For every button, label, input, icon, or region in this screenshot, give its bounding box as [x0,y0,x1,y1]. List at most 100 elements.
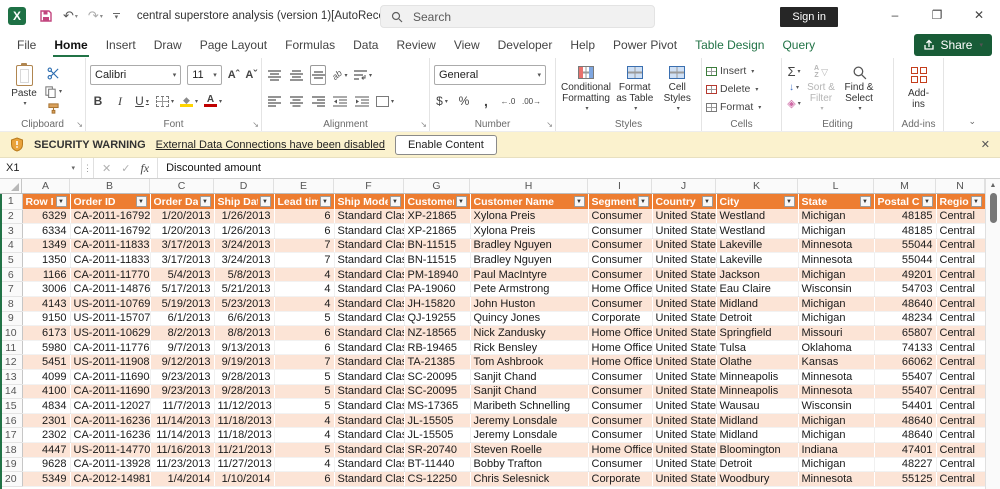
cell[interactable]: Indiana [798,443,874,458]
cell[interactable]: Woodbury [716,472,798,487]
cell[interactable]: Springfield [716,326,798,341]
cell[interactable]: Consumer [588,370,652,385]
cell[interactable]: Eau Claire [716,282,798,297]
cell[interactable]: 5/8/2013 [214,267,274,282]
filter-dropdown-icon[interactable]: ▼ [784,196,795,207]
cell[interactable]: CA-2011-116904 [70,370,150,385]
cell[interactable]: Standard Class [334,370,404,385]
font-dialog-launcher[interactable]: ↘ [252,120,259,129]
cell[interactable]: United States [652,355,716,370]
cell[interactable]: US-2011-157070 [70,311,150,326]
cell[interactable]: CA-2011-167927 [70,209,150,224]
column-letter-F[interactable]: F [334,179,404,193]
cell[interactable]: John Huston [470,297,588,312]
cell[interactable]: Central [936,413,985,428]
cell[interactable]: MS-17365 [404,399,470,414]
align-right-icon[interactable] [310,91,326,111]
cell[interactable]: 1166 [22,267,70,282]
row-number[interactable]: 5 [0,253,22,268]
cell[interactable]: RB-19465 [404,340,470,355]
scrollbar-thumb[interactable] [990,193,997,223]
cell[interactable]: 9/28/2013 [214,370,274,385]
cell[interactable]: 1/26/2013 [214,224,274,239]
cell[interactable]: United States [652,428,716,443]
cell[interactable]: Standard Class [334,399,404,414]
cell[interactable]: 9/7/2013 [150,340,214,355]
cell[interactable]: 5/17/2013 [150,282,214,297]
row-number[interactable]: 18 [0,443,22,458]
cell[interactable]: Standard Class [334,297,404,312]
cell[interactable]: 9/13/2013 [214,340,274,355]
cell[interactable]: Midland [716,428,798,443]
cell[interactable]: CA-2011-139283 [70,457,150,472]
vertical-scrollbar[interactable]: ▲ [985,179,1000,489]
cell[interactable]: Nick Zandusky [470,326,588,341]
cell[interactable]: Standard Class [334,472,404,487]
table-header-cell[interactable]: Lead time▼ [274,194,334,209]
cell[interactable]: Michigan [798,297,874,312]
cell[interactable]: 5 [274,399,334,414]
sort-filter-button[interactable]: AZ▽ Sort & Filter ▾ [802,62,840,117]
cell[interactable]: Tulsa [716,340,798,355]
cell[interactable]: 1/26/2013 [214,209,274,224]
tab-insert[interactable]: Insert [97,33,145,58]
cell[interactable]: CS-12250 [404,472,470,487]
cell[interactable]: 7 [274,253,334,268]
tab-data[interactable]: Data [344,33,387,58]
cell[interactable]: Michigan [798,267,874,282]
cell[interactable]: Westland [716,224,798,239]
font-size-select[interactable]: 11▾ [187,65,222,85]
cell[interactable]: United States [652,443,716,458]
cell[interactable]: 4100 [22,384,70,399]
cell[interactable]: 5 [274,311,334,326]
cell[interactable]: US-2011-106299 [70,326,150,341]
cell[interactable]: Lakeville [716,238,798,253]
cell[interactable]: 5 [274,443,334,458]
filter-dropdown-icon[interactable]: ▼ [574,196,585,207]
cell[interactable]: Central [936,297,985,312]
cell[interactable]: 48640 [874,297,936,312]
filter-dropdown-icon[interactable]: ▼ [136,196,147,207]
cell[interactable]: Central [936,326,985,341]
cell[interactable]: Pete Armstrong [470,282,588,297]
cell[interactable]: Jackson [716,267,798,282]
column-letter-L[interactable]: L [798,179,874,193]
cell[interactable]: Central [936,370,985,385]
cell[interactable]: US-2011-147704 [70,443,150,458]
shrink-font-icon[interactable]: Aˇ [245,70,257,80]
percent-style-button[interactable]: % [456,91,472,111]
cell[interactable]: 48185 [874,224,936,239]
minimize-button[interactable]: – [874,0,916,30]
cell[interactable]: Standard Class [334,384,404,399]
row-number[interactable]: 3 [0,224,22,239]
excel-app-icon[interactable]: X [8,7,26,25]
cell[interactable]: SC-20095 [404,370,470,385]
row-number[interactable]: 14 [0,384,22,399]
filter-dropdown-icon[interactable]: ▼ [56,196,67,207]
merge-center-button[interactable]: ▾ [376,91,394,111]
align-middle-icon[interactable] [288,65,304,85]
currency-format-button[interactable]: $▾ [434,91,450,111]
cell[interactable]: Standard Class [334,443,404,458]
cell[interactable]: Westland [716,209,798,224]
cell[interactable]: Michigan [798,209,874,224]
sign-in-button[interactable]: Sign in [780,7,838,27]
filter-dropdown-icon[interactable]: ▼ [702,196,713,207]
cell[interactable]: 1/20/2013 [150,224,214,239]
cell[interactable]: 8/8/2013 [214,326,274,341]
cell[interactable]: 5/4/2013 [150,267,214,282]
cell[interactable]: 65807 [874,326,936,341]
column-letter-B[interactable]: B [70,179,150,193]
cell[interactable]: Michigan [798,413,874,428]
column-letter-D[interactable]: D [214,179,274,193]
row-number[interactable]: 4 [0,238,22,253]
cell[interactable]: Minnesota [798,238,874,253]
cell[interactable]: SC-20095 [404,384,470,399]
cell[interactable]: Central [936,311,985,326]
cell[interactable]: Minneapolis [716,370,798,385]
restore-button[interactable]: ❐ [916,0,958,30]
cell[interactable]: United States [652,282,716,297]
cell[interactable]: Minneapolis [716,384,798,399]
tab-table-design[interactable]: Table Design [686,33,773,58]
orientation-button[interactable]: ab▾ [332,65,348,85]
